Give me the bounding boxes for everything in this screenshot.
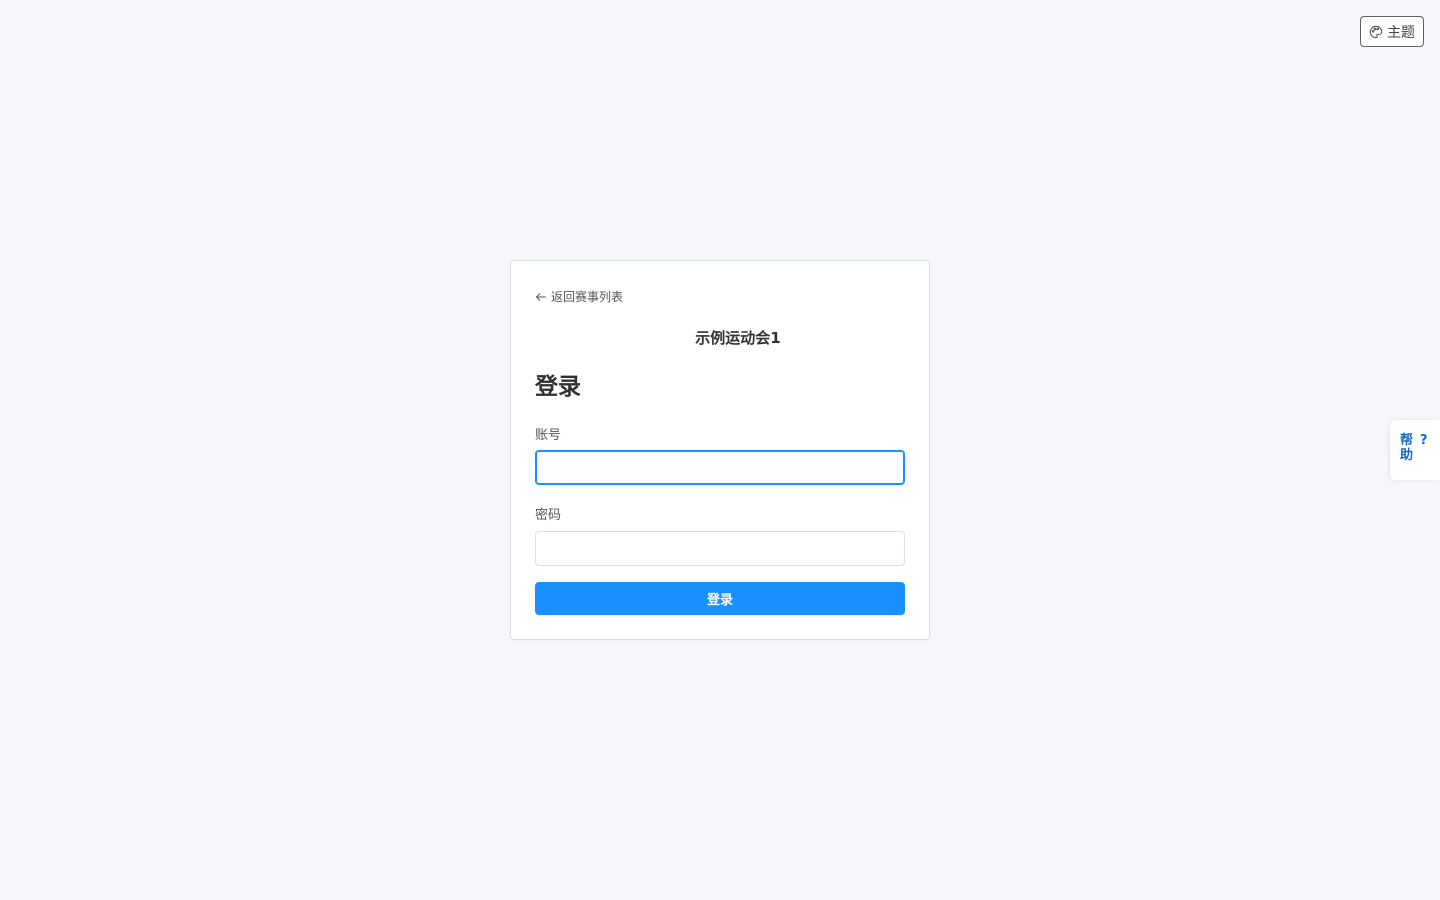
event-title: 示例运动会1 [695,329,781,347]
theme-label: 主题 [1387,23,1415,40]
login-card: 返回赛事列表 示例运动会1 登录 账号 密码 登录 [510,260,930,640]
login-button[interactable]: 登录 [535,582,905,615]
help-tab[interactable]: 帮助 ? [1390,420,1440,480]
arrow-left-icon [535,291,547,303]
password-input[interactable] [535,531,905,566]
account-input[interactable] [535,450,905,485]
palette-icon [1369,25,1383,39]
theme-button[interactable]: 主题 [1360,16,1424,47]
password-label: 密码 [535,508,562,523]
account-label: 账号 [535,428,562,443]
login-heading: 登录 [535,374,581,400]
back-link-label: 返回赛事列表 [551,290,624,304]
help-label: 帮助 [1400,433,1414,463]
question-mark-icon: ? [1420,433,1428,448]
back-to-event-list-link[interactable]: 返回赛事列表 [535,288,623,305]
